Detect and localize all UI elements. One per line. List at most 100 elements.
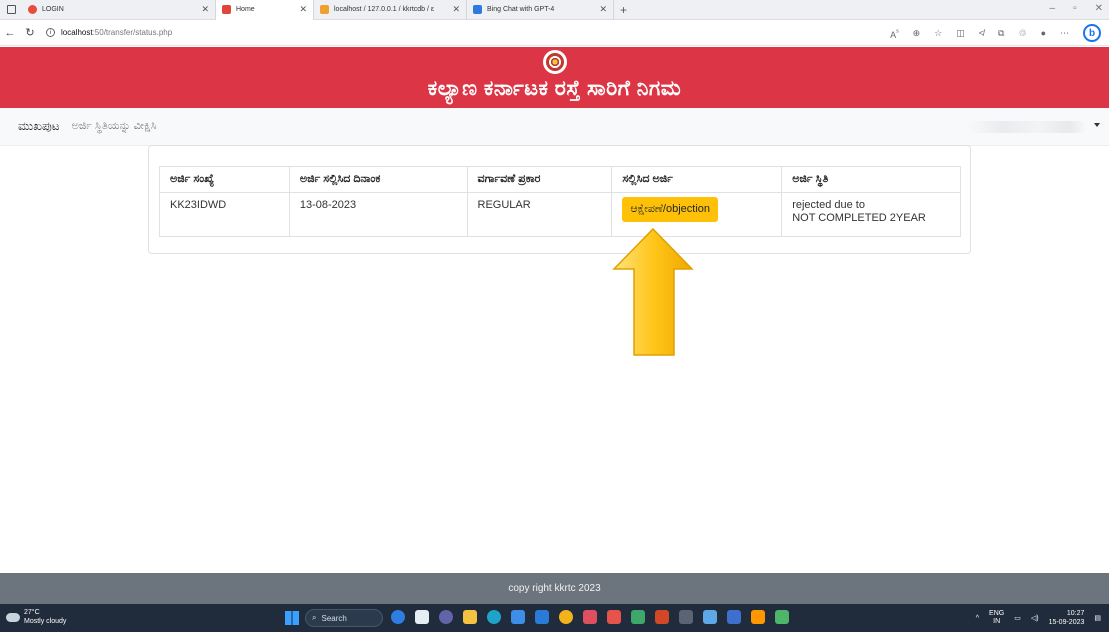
bing-icon[interactable]: b [1083, 24, 1101, 42]
header-application-number: ಅರ್ಜಿ ಸಂಖ್ಯೆ [159, 166, 290, 193]
maximize-icon[interactable]: ▫ [1073, 3, 1077, 14]
task-view-icon[interactable] [415, 610, 429, 624]
notes-icon[interactable] [775, 610, 789, 624]
close-icon[interactable]: ✕ [299, 4, 307, 15]
tab-actions-icon[interactable] [0, 0, 22, 20]
status-card: ಅರ್ಜಿ ಸಂಖ್ಯೆ ಅರ್ಜಿ ಸಲ್ಲಿಸಿದ ದಿನಾಂಕ ವರ್ಗಾ… [148, 145, 971, 254]
split-screen-icon[interactable]: ◫ [956, 28, 965, 39]
network-icon[interactable]: ▭ [1014, 614, 1021, 622]
close-icon[interactable]: ✕ [201, 4, 209, 15]
table-header-row: ಅರ್ಜಿ ಸಂಖ್ಯೆ ಅರ್ಜಿ ಸಲ್ಲಿಸಿದ ದಿನಾಂಕ ವರ್ಗಾ… [159, 166, 961, 193]
favorite-star-icon[interactable]: ☆ [934, 28, 942, 39]
system-tray: ^ ENG IN ▭ ◁) 10:27 15-09-2023 ▤ [976, 609, 1101, 627]
clock[interactable]: 10:27 15-09-2023 [1049, 609, 1085, 627]
teams-icon[interactable] [439, 610, 453, 624]
login-favicon-icon [28, 5, 37, 14]
close-window-icon[interactable]: ✕ [1095, 3, 1103, 14]
cell-transfer-type: REGULAR [466, 192, 613, 237]
close-icon[interactable]: ✕ [452, 4, 460, 15]
search-favicon-icon [473, 5, 482, 14]
tab-bing-chat[interactable]: Bing Chat with GPT-4 ✕ [467, 0, 614, 20]
status-table: ಅರ್ಜಿ ಸಂಖ್ಯೆ ಅರ್ಜಿ ಸಲ್ಲಿಸಿದ ದಿನಾಂಕ ವರ್ಗಾ… [159, 166, 961, 237]
lang-primary: ENG [989, 610, 1005, 617]
site-header: ಕಲ್ಯಾಣ ಕರ್ನಾಟಕ ರಸ್ತೆ ಸಾರಿಗೆ ನಿಗಮ [0, 47, 1109, 108]
volume-icon[interactable]: ◁) [1031, 614, 1039, 622]
home-favicon-icon [222, 5, 231, 14]
new-tab-icon[interactable]: + [620, 3, 627, 17]
sublime-icon[interactable] [751, 610, 765, 624]
calendar-icon[interactable] [607, 610, 621, 624]
table-row: KK23IDWD 13-08-2023 REGULAR ಆಕ್ಷೇಪಣೆ/obj… [159, 192, 961, 237]
lang-secondary: IN [993, 618, 1001, 625]
bing-app-icon[interactable] [391, 610, 405, 624]
taskbar-search-input[interactable]: ⌕ Search [305, 609, 383, 627]
tab-label: LOGIN [42, 6, 64, 13]
minimize-icon[interactable]: – [1050, 3, 1056, 14]
tab-phpmyadmin[interactable]: localhost / 127.0.0.1 / kkrtcdb / ε ✕ [314, 0, 467, 20]
windows-start-icon[interactable] [285, 611, 299, 625]
photos-icon[interactable] [631, 610, 645, 624]
nav-status-link[interactable]: ಅರ್ಜಿ ಸ್ಥಿತಿಯನ್ನು ವೀಕ್ಷಿಸಿ [72, 120, 157, 133]
cell-submitted-date: 13-08-2023 [288, 192, 468, 237]
browser-tab-strip: LOGIN ✕ Home ✕ localhost / 127.0.0.1 / k… [0, 0, 1109, 20]
taskbar-apps [391, 610, 789, 624]
notepad-icon[interactable] [703, 610, 717, 624]
user-menu-blurred[interactable] [967, 121, 1087, 133]
phpmyadmin-favicon-icon [320, 5, 329, 14]
chevron-down-icon[interactable] [1094, 123, 1100, 127]
language-indicator[interactable]: ENG IN [989, 610, 1004, 626]
status-text-line2: NOT COMPLETED 2YEAR [792, 212, 926, 224]
search-icon: ⌕ [312, 613, 317, 622]
tab-login[interactable]: LOGIN ✕ [22, 0, 216, 20]
clock-date: 15-09-2023 [1048, 619, 1085, 626]
info-icon[interactable]: i [46, 28, 55, 37]
chrome-icon[interactable] [559, 610, 573, 624]
site-title: ಕಲ್ಯಾಣ ಕರ್ನಾಟಕ ರಸ್ತೆ ಸಾರಿಗೆ ನಿಗಮ [427, 77, 682, 100]
store-icon[interactable] [511, 610, 525, 624]
url-host: localhost [61, 28, 93, 37]
header-transfer-type: ವರ್ಗಾವಣೆ ಪ್ರಕಾರ [466, 166, 613, 193]
file-explorer-icon[interactable] [463, 610, 477, 624]
address-bar: ← ↻ i localhost:50/transfer/status.php A… [0, 20, 1109, 46]
tab-label: Home [236, 6, 255, 13]
nav-home-link[interactable]: ಮುಖಪುಟ [18, 119, 60, 134]
mail-icon[interactable] [535, 610, 549, 624]
weather-temp: 27°C [24, 609, 40, 616]
zoom-icon[interactable]: ⊕ [913, 28, 921, 39]
refresh-icon[interactable]: ↻ [20, 26, 40, 39]
vscode-icon[interactable] [583, 610, 597, 624]
cell-application-status: rejected due to NOT COMPLETED 2YEAR [781, 192, 961, 237]
collections-icon[interactable]: ⧉ [998, 28, 1004, 39]
tab-label: localhost / 127.0.0.1 / kkrtcdb / ε [334, 6, 435, 13]
header-submitted-date: ಅರ್ಜಿ ಸಲ್ಲಿಸಿದ ದಿನಾಂಕ [288, 166, 468, 193]
profile-avatar-icon[interactable]: ● [1041, 28, 1046, 38]
cell-application-number: KK23IDWD [159, 192, 290, 237]
chevron-up-icon[interactable]: ^ [976, 615, 979, 622]
footer: copy right kkrtc 2023 [0, 573, 1109, 604]
read-aloud-icon[interactable]: Aˢ [890, 27, 899, 40]
taskbar-search-label: Search [321, 613, 347, 623]
favorites-icon[interactable]: ≮ [979, 28, 984, 38]
edge-icon[interactable] [487, 610, 501, 624]
navbar: ಮುಖಪುಟ ಅರ್ಜಿ ಸ್ಥಿತಿಯನ್ನು ವೀಕ್ಷಿಸಿ [0, 108, 1109, 146]
window-controls: – ▫ ✕ [1050, 3, 1104, 14]
cloud-icon [6, 612, 20, 622]
word-icon[interactable] [727, 610, 741, 624]
close-icon[interactable]: ✕ [599, 4, 607, 15]
kkrtc-logo [543, 50, 567, 74]
back-icon[interactable]: ← [0, 27, 20, 39]
up-arrow-annotation-icon [612, 227, 694, 356]
notifications-icon[interactable]: ▤ [1094, 614, 1101, 622]
tab-home[interactable]: Home ✕ [216, 0, 314, 20]
weather-widget[interactable]: 27°C Mostly cloudy [6, 608, 66, 626]
terminal-icon[interactable] [679, 610, 693, 624]
more-icon[interactable]: ⋯ [1060, 28, 1069, 39]
taskbar: 27°C Mostly cloudy ⌕ Search ^ ENG IN ▭ ◁… [0, 604, 1109, 632]
url-path: :50/transfer/status.php [92, 28, 173, 37]
clock-time: 10:27 [1066, 610, 1085, 617]
extensions-icon[interactable]: ♲ [1018, 28, 1026, 39]
powerpoint-icon[interactable] [655, 610, 669, 624]
objection-button[interactable]: ಆಕ್ಷೇಪಣೆ/objection [622, 197, 719, 222]
tab-label: Bing Chat with GPT-4 [487, 6, 555, 13]
url-field[interactable]: i localhost:50/transfer/status.php [46, 28, 172, 37]
